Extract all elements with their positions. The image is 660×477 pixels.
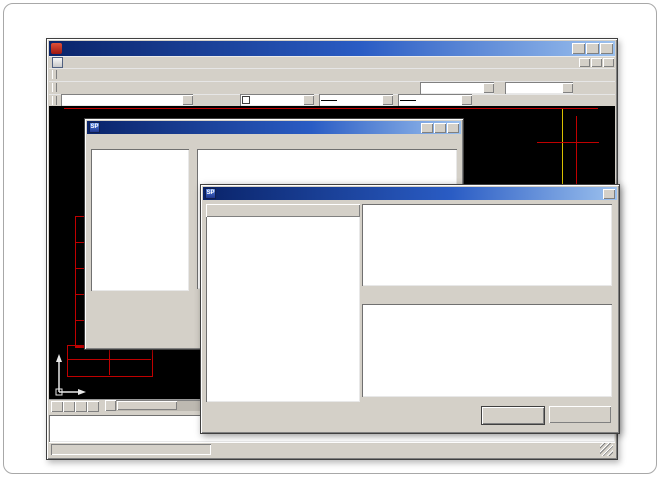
browse-dialog-titlebar[interactable]: SP xyxy=(203,187,617,200)
browse-dialog-controls xyxy=(603,189,615,199)
close-button[interactable] xyxy=(600,43,613,54)
material-tree-panel xyxy=(206,204,360,402)
resize-grip[interactable] xyxy=(600,443,613,456)
chevron-down-icon[interactable] xyxy=(562,83,573,93)
scroll-left-icon[interactable] xyxy=(105,400,116,411)
cad-info-dialog-titlebar[interactable]: SP xyxy=(87,121,461,134)
text-style-combo[interactable] xyxy=(420,82,494,94)
ucs-icon xyxy=(51,352,87,398)
menu-bar xyxy=(49,56,615,68)
layers-toolbar xyxy=(49,94,615,106)
tree-column-header[interactable] xyxy=(206,204,360,217)
doc-close-button[interactable] xyxy=(603,58,614,67)
coordinate-readout[interactable] xyxy=(51,444,211,455)
browse-material-dialog: SP xyxy=(200,184,620,434)
chevron-down-icon[interactable] xyxy=(303,95,314,105)
cancel-button[interactable] xyxy=(549,406,611,423)
scrollbar-thumb[interactable] xyxy=(117,401,177,410)
dialog-minimize-button[interactable] xyxy=(421,123,433,133)
autocad-logo-icon xyxy=(51,43,62,54)
red-dimension-line-h xyxy=(537,142,599,143)
layer-combo[interactable] xyxy=(61,94,193,106)
styles-toolbar xyxy=(49,81,615,94)
last-tab-button[interactable] xyxy=(87,401,99,412)
sp-plugin-icon: SP xyxy=(205,188,216,199)
selected-table-panel xyxy=(362,304,612,397)
linetype-sample-icon xyxy=(321,100,337,101)
chevron-down-icon[interactable] xyxy=(182,95,193,105)
drawing-file-icon xyxy=(52,57,63,68)
previous-tab-button[interactable] xyxy=(63,401,75,412)
field-table-panel xyxy=(91,149,189,291)
dim-style-combo[interactable] xyxy=(505,82,573,94)
lineweight-combo[interactable] xyxy=(398,94,472,106)
title-bar[interactable] xyxy=(49,41,615,56)
first-tab-button[interactable] xyxy=(51,401,63,412)
red-frame-line xyxy=(64,108,598,109)
chevron-down-icon[interactable] xyxy=(483,83,494,93)
dialog-close-button[interactable] xyxy=(447,123,459,133)
color-combo[interactable] xyxy=(240,94,314,106)
result-table-panel xyxy=(362,204,612,286)
window-controls xyxy=(572,43,613,54)
ok-button[interactable] xyxy=(481,406,545,425)
doc-minimize-button[interactable] xyxy=(579,58,590,67)
document-window-controls xyxy=(579,58,614,67)
dialog-maximize-button[interactable] xyxy=(434,123,446,133)
dialog-close-button[interactable] xyxy=(603,189,615,199)
next-tab-button[interactable] xyxy=(75,401,87,412)
current-color-swatch xyxy=(242,96,250,104)
standard-toolbar xyxy=(49,68,615,81)
sp-plugin-icon: SP xyxy=(89,122,100,133)
status-bar xyxy=(49,442,615,457)
linetype-combo[interactable] xyxy=(319,94,393,106)
cad-info-dialog-controls xyxy=(421,123,459,133)
toolbar-handle[interactable] xyxy=(52,96,57,105)
doc-restore-button[interactable] xyxy=(591,58,602,67)
toolbar-handle[interactable] xyxy=(52,83,57,92)
yellow-dimension-line xyxy=(562,109,563,194)
chevron-down-icon[interactable] xyxy=(461,95,472,105)
minimize-button[interactable] xyxy=(572,43,585,54)
restore-button[interactable] xyxy=(586,43,599,54)
chevron-down-icon[interactable] xyxy=(382,95,393,105)
toolbar-handle[interactable] xyxy=(52,70,57,79)
lineweight-sample-icon xyxy=(400,100,416,101)
